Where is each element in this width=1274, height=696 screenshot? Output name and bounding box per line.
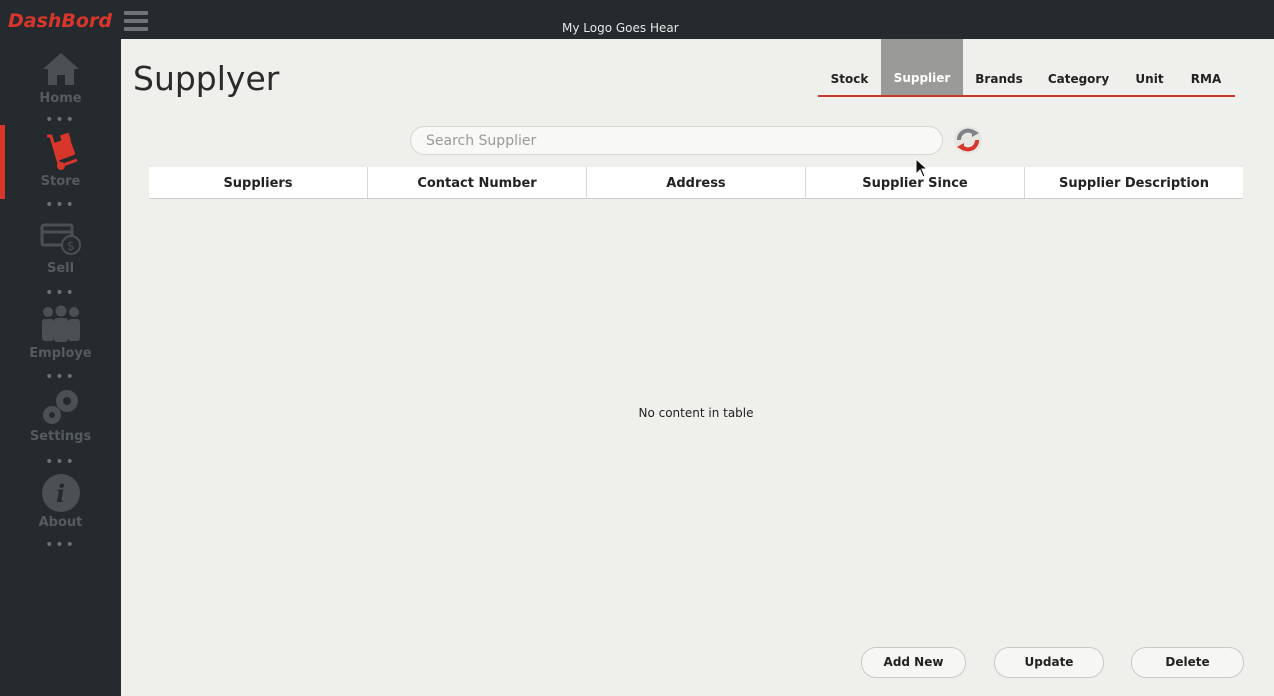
sidebar-item-label: Settings: [29, 429, 92, 444]
page-title: Supplyer: [133, 59, 280, 98]
sidebar: Home ••• Store ••• $ Sell ••• Employe ••…: [0, 39, 121, 696]
delete-button[interactable]: Delete: [1131, 647, 1244, 678]
column-header-address[interactable]: Address: [587, 167, 806, 198]
separator-dots: •••: [45, 537, 76, 553]
sidebar-item-settings[interactable]: Settings: [0, 387, 121, 444]
svg-text:$: $: [67, 239, 75, 253]
tab-brands[interactable]: Brands: [963, 39, 1035, 95]
sidebar-item-employe[interactable]: Employe: [0, 304, 121, 361]
tab-bar: Stock Supplier Brands Category Unit RMA: [818, 39, 1235, 97]
people-icon: [39, 304, 83, 344]
update-button[interactable]: Update: [994, 647, 1104, 678]
separator-dots: •••: [45, 112, 76, 128]
hamburger-menu-icon[interactable]: [124, 11, 148, 32]
sidebar-item-store[interactable]: Store: [0, 132, 121, 189]
mouse-cursor-icon: [915, 157, 929, 178]
svg-text:i: i: [56, 479, 65, 508]
sidebar-item-label: Home: [39, 91, 82, 106]
info-icon: i: [39, 473, 83, 513]
search-input[interactable]: [410, 126, 943, 155]
sidebar-item-label: About: [38, 515, 83, 530]
tab-supplier[interactable]: Supplier: [881, 39, 963, 95]
gear-icon: [39, 387, 83, 427]
column-header-suppliers[interactable]: Suppliers: [149, 167, 368, 198]
separator-dots: •••: [45, 197, 76, 213]
column-header-supplier-description[interactable]: Supplier Description: [1025, 167, 1243, 198]
empty-table-message: No content in table: [638, 406, 754, 420]
sidebar-item-label: Store: [40, 174, 81, 189]
add-new-button[interactable]: Add New: [861, 647, 966, 678]
tab-stock[interactable]: Stock: [818, 39, 881, 95]
logo-text: My Logo Goes Hear: [562, 21, 679, 35]
sidebar-item-about[interactable]: i About: [0, 473, 121, 530]
tab-unit[interactable]: Unit: [1122, 39, 1177, 95]
supplier-table-header: Suppliers Contact Number Address Supplie…: [149, 167, 1243, 199]
tab-rma[interactable]: RMA: [1177, 39, 1235, 95]
main-content: Supplyer Stock Supplier Brands Category …: [121, 39, 1274, 696]
column-header-contact-number[interactable]: Contact Number: [368, 167, 587, 198]
sidebar-item-sell[interactable]: $ Sell: [0, 219, 121, 276]
separator-dots: •••: [45, 454, 76, 470]
tab-category[interactable]: Category: [1035, 39, 1122, 95]
sidebar-item-label: Sell: [46, 261, 75, 276]
refresh-icon[interactable]: [953, 125, 983, 155]
home-icon: [39, 49, 83, 89]
cash-icon: $: [39, 219, 83, 259]
brand-logo: DashBord: [8, 10, 112, 32]
separator-dots: •••: [45, 285, 76, 301]
hand-truck-icon: [39, 132, 83, 172]
separator-dots: •••: [45, 369, 76, 385]
sidebar-item-label: Employe: [29, 346, 92, 361]
sidebar-item-home[interactable]: Home: [0, 49, 121, 106]
top-bar: DashBord My Logo Goes Hear: [0, 0, 1274, 39]
